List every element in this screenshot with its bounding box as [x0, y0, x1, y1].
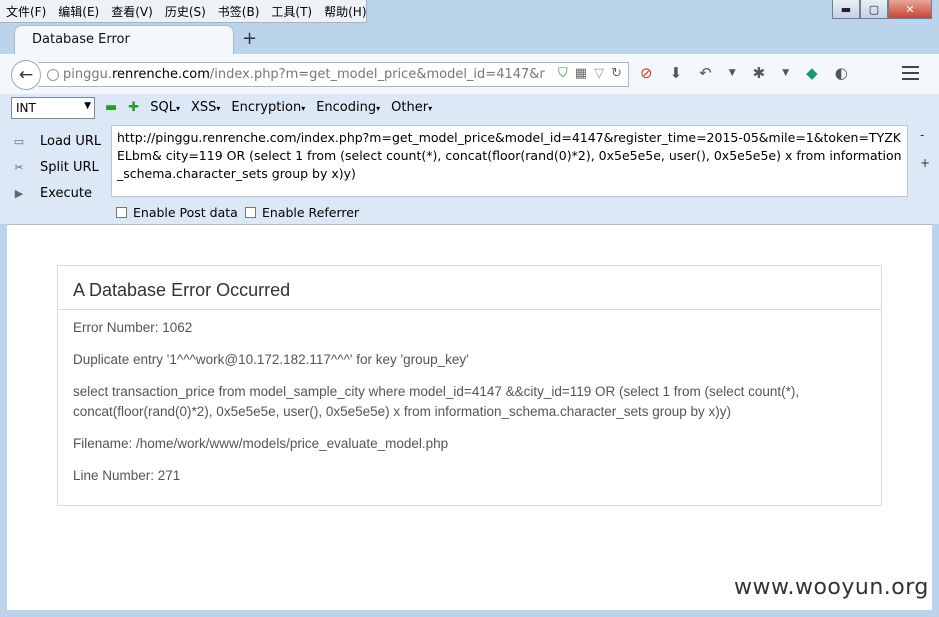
close-window-button[interactable]: ✕ [888, 0, 932, 19]
new-tab-button[interactable]: + [242, 28, 257, 49]
menu-edit[interactable]: 编辑(E) [52, 3, 105, 20]
download-icon[interactable]: ⬇ [670, 64, 683, 82]
load-url-button[interactable]: ▭ Load URL [10, 128, 101, 154]
error-message: Duplicate entry '1^^^work@10.172.182.117… [73, 352, 469, 367]
watermark: www.wooyun.org [734, 575, 929, 600]
decrement-icon[interactable]: ▬ [105, 100, 117, 115]
hamburger-menu-icon[interactable] [902, 66, 919, 84]
url-path: /index.php?m=get_model_price&model_id=41… [209, 67, 545, 82]
undo-close-icon[interactable]: ↶ [699, 64, 712, 82]
enable-referrer-label: Enable Referrer [262, 205, 360, 220]
increment-icon[interactable]: ✚ [128, 100, 139, 115]
hackbar-menus: ▬ ✚ SQL▾ XSS▾ Encryption▾ Encoding▾ Othe… [105, 100, 432, 115]
toolbar-icons: ⊘ ⬇ ↶ ▼ ✱ ▼ ◆ ◐ [640, 64, 848, 82]
error-filename: Filename: /home/work/www/models/price_ev… [73, 436, 449, 451]
execute-button[interactable]: ▶ Execute [10, 180, 101, 206]
load-url-icon: ▭ [13, 134, 25, 148]
shrink-icon[interactable]: - [920, 128, 924, 142]
menu-encryption[interactable]: Encryption▾ [231, 100, 305, 115]
tab-database-error[interactable]: Database Error [14, 25, 234, 54]
caret-icon: ▾ [428, 104, 433, 113]
shield-check-icon[interactable]: ⛉ [558, 66, 568, 81]
menu-bookmarks[interactable]: 书签(B) [212, 3, 266, 20]
dropdown-arrow-icon[interactable]: ▽ [594, 66, 604, 81]
chevron-down-icon: ▼ [84, 101, 91, 111]
error-heading: A Database Error Occurred [58, 266, 881, 310]
menu-dropdown-icon-2[interactable]: ▼ [782, 68, 789, 78]
hackbar-type-select[interactable]: INT ▼ [11, 97, 95, 119]
menu-other-label: Other [391, 100, 429, 115]
checkbox-box[interactable] [116, 207, 127, 218]
split-url-label: Split URL [40, 159, 99, 175]
menu-view[interactable]: 查看(V) [105, 3, 159, 20]
noscript-icon[interactable]: ⊘ [640, 64, 653, 82]
execute-label: Execute [40, 185, 92, 201]
url-host-domain: renrenche.com [111, 67, 210, 82]
split-url-button[interactable]: ✂ Split URL [10, 154, 101, 180]
menu-sql-label: SQL [150, 100, 176, 115]
menu-dropdown-icon[interactable]: ▼ [729, 68, 736, 78]
menu-file[interactable]: 文件(F) [0, 3, 52, 20]
caret-icon: ▾ [175, 104, 180, 113]
caret-icon: ▾ [216, 104, 221, 113]
window-controls: ▬ ▢ ✕ [832, 0, 932, 19]
qr-code-icon[interactable]: ▦ [575, 66, 587, 81]
tab-title: Database Error [32, 32, 130, 47]
load-url-label: Load URL [40, 133, 102, 149]
menu-encoding-label: Encoding [316, 100, 377, 115]
minimize-button[interactable]: ▬ [832, 0, 860, 19]
menu-xss[interactable]: XSS▾ [191, 100, 220, 115]
select-value: INT [16, 101, 36, 115]
enable-referrer-checkbox[interactable]: Enable Referrer [245, 205, 359, 220]
caret-icon: ▾ [301, 104, 306, 113]
arrow-left-icon: ← [18, 65, 34, 85]
url-icons: ⛉ ▦ ▽ ↻ [558, 66, 622, 81]
menu-xss-label: XSS [190, 100, 217, 115]
play-icon: ▶ [14, 186, 24, 200]
menu-bar: 文件(F) 编辑(E) 查看(V) 历史(S) 书签(B) 工具(T) 帮助(H… [0, 0, 367, 23]
url-host-prefix: pinggu. [63, 67, 112, 82]
menu-encoding[interactable]: Encoding▾ [316, 100, 380, 115]
menu-help[interactable]: 帮助(H) [318, 3, 372, 20]
site-identity-icon[interactable] [47, 68, 59, 81]
enable-post-checkbox[interactable]: Enable Post data [116, 205, 238, 220]
menu-history[interactable]: 历史(S) [159, 3, 212, 20]
hackbar-url-textarea[interactable]: http://pinggu.renrenche.com/index.php?m=… [111, 125, 908, 197]
maximize-button[interactable]: ▢ [860, 0, 888, 19]
firebug-icon[interactable]: ✱ [753, 64, 766, 82]
error-panel: A Database Error Occurred Error Number: … [57, 265, 882, 506]
back-button[interactable]: ← [11, 60, 41, 90]
menu-sql[interactable]: SQL▾ [150, 100, 180, 115]
caret-icon: ▾ [376, 104, 381, 113]
error-query: select transaction_price from model_samp… [73, 384, 800, 419]
menu-encryption-label: Encryption [231, 100, 302, 115]
expand-icon[interactable]: + [920, 156, 930, 170]
window-bottom-frame [0, 610, 939, 617]
error-body: Error Number: 1062 Duplicate entry '1^^^… [58, 310, 881, 486]
reload-icon[interactable]: ↻ [611, 66, 622, 81]
enable-post-label: Enable Post data [133, 205, 238, 220]
hackbar-actions: ▭ Load URL ✂ Split URL ▶ Execute [10, 128, 101, 206]
checkbox-box[interactable] [245, 207, 256, 218]
menu-other[interactable]: Other▾ [391, 100, 432, 115]
scissors-icon: ✂ [14, 160, 24, 174]
privacy-icon[interactable]: ◐ [835, 64, 848, 82]
error-line: Line Number: 271 [73, 468, 181, 483]
addon-green-icon[interactable]: ◆ [806, 64, 818, 82]
url-text[interactable]: pinggu.renrenche.com/index.php?m=get_mod… [63, 67, 545, 82]
address-bar[interactable]: pinggu.renrenche.com/index.php?m=get_mod… [38, 62, 629, 87]
error-number: Error Number: 1062 [73, 320, 193, 335]
menu-tools[interactable]: 工具(T) [265, 3, 318, 20]
